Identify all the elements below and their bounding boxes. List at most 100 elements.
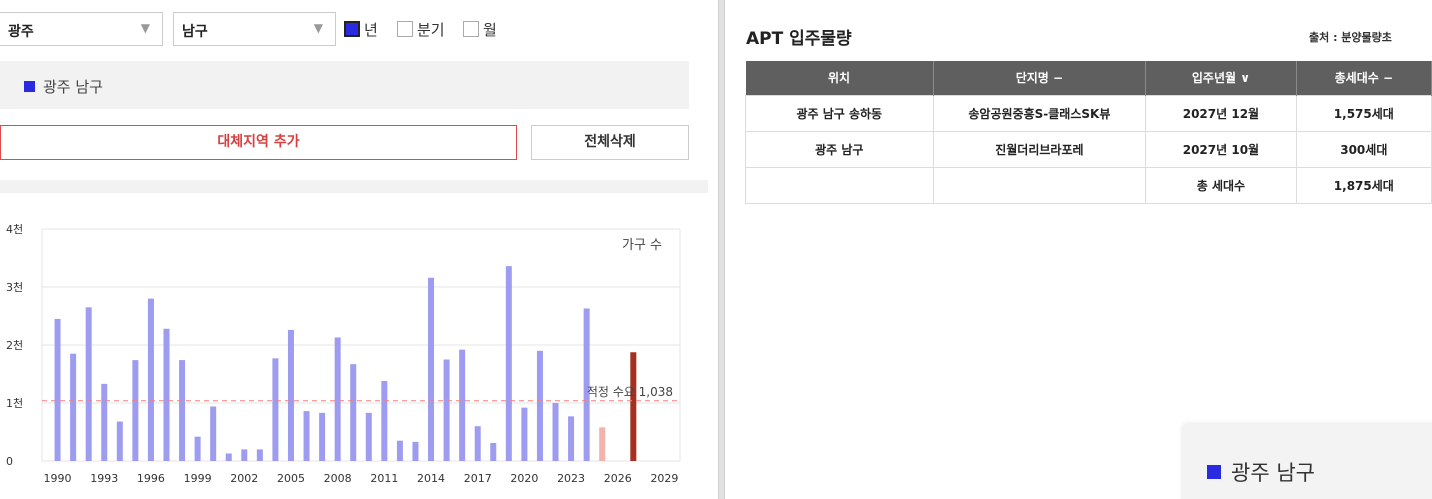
- bar: [474, 426, 481, 461]
- table-row[interactable]: 광주 남구 송하동 송암공원중흥S-클래스SK뷰 2027년 12월 1,575…: [745, 94, 1432, 132]
- reference-line-label: 적정 수요 1,038: [587, 385, 673, 399]
- table-header-row: 위치 단지명 − 입주년월 ∨ 총세대수 −: [745, 61, 1432, 95]
- bar: [116, 421, 123, 461]
- bar: [412, 441, 419, 461]
- table-cell: 송암공원중흥S-클래스SK뷰: [932, 94, 1147, 132]
- y-tick-label: 2천: [6, 338, 23, 352]
- bar: [101, 383, 108, 461]
- period-quarter-label: 분기: [417, 20, 445, 39]
- column-header-move-in-date[interactable]: 입주년월 ∨: [1145, 61, 1297, 95]
- table-cell: 광주 남구: [745, 130, 934, 168]
- clear-all-button[interactable]: 전체삭제: [531, 125, 689, 160]
- period-month-label: 월: [483, 20, 497, 39]
- bar: [381, 380, 388, 461]
- bar: [147, 298, 154, 461]
- region-select-value: 광주: [8, 24, 34, 40]
- bar: [396, 440, 403, 461]
- table-cell: [932, 166, 1147, 204]
- legend-card-label: 광주 남구: [1231, 461, 1315, 485]
- dropdown-arrow-icon: ▼: [140, 21, 150, 35]
- column-header-location[interactable]: 위치: [745, 61, 934, 95]
- bar: [334, 337, 341, 461]
- bar: [505, 266, 512, 461]
- y-tick-label: 4천: [6, 222, 23, 236]
- bar: [350, 364, 357, 461]
- period-year-label: 년: [364, 20, 378, 39]
- color-square-icon: [24, 81, 35, 92]
- source-note: 출처 : 분양물량초: [1309, 31, 1392, 44]
- period-year-checkbox[interactable]: 년: [344, 20, 378, 39]
- bar: [179, 360, 186, 461]
- bar: [272, 358, 279, 461]
- selected-region-box: 광주 남구: [0, 61, 689, 109]
- bar: [599, 427, 606, 461]
- section-separator: [0, 180, 708, 193]
- chart-svg: 0 1천 2천 3천 4천 1990 1993 1996 1999 2002 2005 2008 201…: [6, 222, 681, 485]
- bar: [365, 412, 372, 461]
- table-cell: 1,575세대: [1295, 94, 1432, 132]
- x-tick-label: 2029: [650, 472, 678, 485]
- checkbox-unchecked-icon: [397, 21, 413, 37]
- x-tick-label: 2005: [277, 472, 305, 485]
- y-tick-label: 0: [6, 455, 13, 468]
- panel-splitter[interactable]: [718, 0, 725, 499]
- period-month-checkbox[interactable]: 월: [463, 20, 497, 39]
- table-cell: 진월더리브라포레: [932, 130, 1147, 168]
- series-label: 가구 수: [622, 238, 662, 253]
- x-tick-label: 2026: [604, 472, 632, 485]
- table-total-row: 총 세대수 1,875세대: [745, 166, 1432, 204]
- right-panel: APT 입주물량 출처 : 분양물량초 위치 단지명 − 입주년월 ∨ 총세대수…: [726, 0, 1432, 499]
- legend-card: 광주 남구: [1183, 424, 1432, 499]
- legend-card-item[interactable]: 광주 남구: [1207, 457, 1315, 487]
- x-tick-label: 1999: [184, 472, 212, 485]
- dropdown-arrow-icon: ▼: [313, 21, 323, 35]
- y-tick-label: 1천: [6, 396, 23, 410]
- table-total-label: 총 세대수: [1145, 166, 1297, 204]
- column-header-total-units[interactable]: 총세대수 −: [1296, 61, 1432, 95]
- district-select[interactable]: 남구 ▼: [173, 12, 336, 46]
- bar: [459, 349, 466, 461]
- x-tick-label: 2020: [510, 472, 538, 485]
- x-tick-label: 1996: [137, 472, 165, 485]
- bar: [256, 449, 263, 461]
- x-tick-label: 2008: [324, 472, 352, 485]
- table-total-value: 1,875세대: [1295, 166, 1432, 204]
- column-header-complex[interactable]: 단지명 −: [933, 61, 1147, 95]
- x-tick-label: 1993: [90, 472, 118, 485]
- bar: [536, 350, 543, 461]
- period-quarter-checkbox[interactable]: 분기: [397, 20, 445, 39]
- x-tick-label: 2014: [417, 472, 445, 485]
- table-cell: 2027년 10월: [1145, 130, 1297, 168]
- supply-section-title: APT 입주물량: [746, 29, 852, 49]
- bar: [241, 449, 248, 461]
- bar: [521, 407, 528, 461]
- table-cell: [745, 166, 934, 204]
- bar: [630, 352, 637, 461]
- bar: [319, 412, 326, 461]
- color-square-icon: [1207, 465, 1221, 479]
- district-select-value: 남구: [182, 24, 208, 40]
- bar: [443, 359, 450, 461]
- y-tick-label: 3천: [6, 280, 23, 294]
- bar: [490, 443, 497, 461]
- bar: [428, 277, 435, 461]
- bar: [287, 329, 294, 461]
- bar: [132, 360, 139, 461]
- bar: [54, 318, 61, 461]
- table-row[interactable]: 광주 남구 진월더리브라포레 2027년 10월 300세대: [745, 130, 1432, 168]
- bar: [194, 436, 201, 461]
- add-alternative-region-button[interactable]: 대체지역 추가: [0, 125, 517, 160]
- bar: [568, 416, 575, 461]
- supply-table: 위치 단지명 − 입주년월 ∨ 총세대수 − 광주 남구 송하동 송암공원중흥S…: [745, 61, 1432, 204]
- x-tick-label: 2023: [557, 472, 585, 485]
- selected-region-label: 광주 남구: [43, 78, 103, 96]
- selected-region-tag[interactable]: 광주 남구: [24, 76, 103, 97]
- region-select[interactable]: 광주 ▼: [0, 12, 163, 46]
- left-panel: 광주 ▼ 남구 ▼ 년 분기 월 광주 남구 대체지역 추가 전체삭제 0 1천 2…: [0, 0, 708, 499]
- checkbox-checked-icon: [344, 21, 360, 37]
- checkbox-unchecked-icon: [463, 21, 479, 37]
- bar: [303, 411, 310, 461]
- x-tick-label: 2011: [370, 472, 398, 485]
- table-cell: 광주 남구 송하동: [745, 94, 934, 132]
- x-tick-label: 2017: [464, 472, 492, 485]
